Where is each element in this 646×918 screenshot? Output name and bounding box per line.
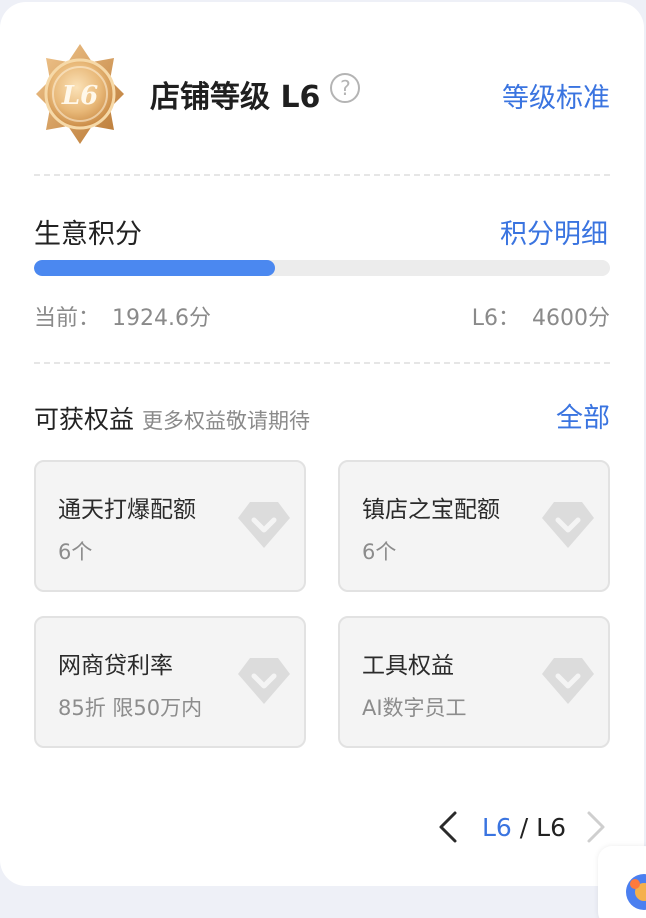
diamond-icon	[238, 658, 290, 704]
pager-text: L6 / L6	[482, 813, 566, 842]
score-values: 当前： 1924.6分 L6： 4600分	[34, 300, 610, 332]
benefit-tile[interactable]: 镇店之宝配额 6个	[338, 460, 610, 592]
benefits-header: 可获权益 更多权益敬请期待 全部	[34, 400, 610, 436]
floating-assistant-widget[interactable]	[598, 846, 646, 918]
benefit-tile[interactable]: 通天打爆配额 6个	[34, 460, 306, 592]
target-score-label: L6：	[471, 306, 520, 331]
help-icon[interactable]: ?	[330, 73, 361, 103]
chevron-left-icon[interactable]	[436, 810, 460, 844]
benefit-value: 6个	[362, 540, 397, 564]
target-score-value: 4600分	[532, 306, 610, 331]
benefit-name: 网商贷利率	[58, 653, 173, 679]
level-standard-link[interactable]: 等级标准	[502, 76, 610, 115]
benefit-value: 85折 限50万内	[58, 696, 203, 720]
level-badge-icon: L6	[36, 44, 124, 144]
chevron-right-icon[interactable]	[584, 810, 608, 844]
score-detail-link[interactable]: 积分明细	[500, 212, 608, 251]
divider	[34, 174, 610, 176]
pager-total: L6	[536, 812, 566, 842]
store-level-card: L6 店铺等级 L6 ? 等级标准 生意积分 积分明细 当前： 1924.6分 L…	[0, 2, 644, 886]
benefit-name: 工具权益	[362, 653, 454, 679]
benefit-tile[interactable]: 工具权益 AI数字员工	[338, 616, 610, 748]
target-score: L6： 4600分	[472, 300, 610, 332]
diamond-icon	[542, 658, 594, 704]
score-progress-bar	[34, 260, 610, 276]
level-header: L6 店铺等级 L6 ? 等级标准	[34, 42, 610, 146]
divider	[34, 362, 610, 364]
benefit-value: AI数字员工	[362, 696, 467, 720]
diamond-icon	[542, 502, 594, 548]
benefit-value: 6个	[58, 540, 93, 564]
benefits-title: 可获权益	[34, 405, 135, 434]
diamond-icon	[238, 502, 290, 548]
store-level-title: 店铺等级 L6	[150, 80, 321, 115]
benefit-name: 通天打爆配额	[58, 497, 196, 523]
current-score-label: 当前：	[34, 306, 101, 331]
benefit-name: 镇店之宝配额	[362, 497, 500, 523]
pager-current: L6	[481, 812, 512, 842]
benefits-all-link[interactable]: 全部	[556, 396, 610, 435]
assistant-icon	[626, 874, 646, 910]
page-title: 店铺等级 L6 ?	[150, 72, 361, 116]
badge-text: L6	[61, 81, 98, 111]
pager-separator: /	[511, 812, 537, 842]
level-pager: L6 / L6	[436, 810, 608, 844]
current-score-value: 1924.6分	[112, 306, 211, 331]
current-score: 当前： 1924.6分	[34, 300, 211, 332]
score-progress-fill	[34, 260, 275, 276]
benefit-tile[interactable]: 网商贷利率 85折 限50万内	[34, 616, 306, 748]
score-title: 生意积分	[34, 219, 142, 250]
benefits-subtitle: 更多权益敬请期待	[142, 409, 311, 433]
